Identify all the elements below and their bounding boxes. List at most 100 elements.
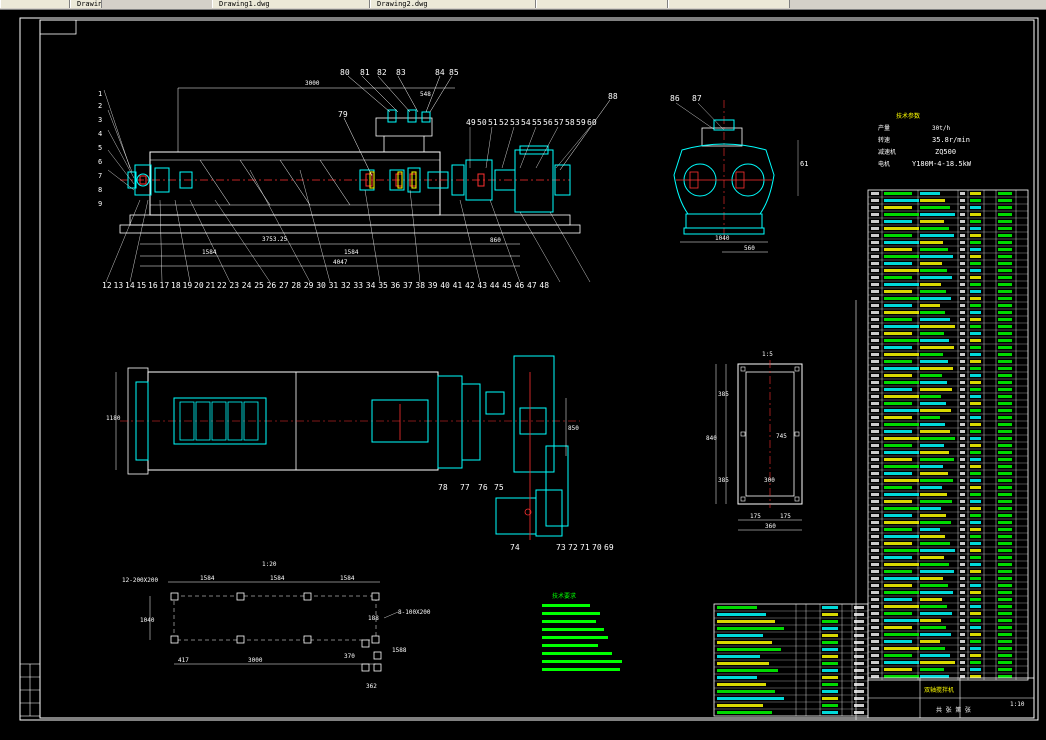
callout-32: 32 [341,281,351,290]
inlet-flange-view: 1:5 385 385 840 745 300 175 175 360 [706,351,803,531]
dim-3753: 3753.25 [262,236,288,243]
technical-notes: 技术要求 [542,592,622,671]
callout-37: 37 [403,281,413,290]
svg-text:54: 54 [521,118,531,127]
callout-69: 69 [604,543,614,552]
found-dim-1584a: 1584 [200,575,215,582]
svg-text:52: 52 [499,118,509,127]
callouts-bottom-row: 12 13 14 15 16 17 18 19 20 21 22 23 24 25 26 27 28 29 30 31… [102,281,549,290]
callout-27: 27 [279,281,289,290]
callout-84: 84 [435,68,445,77]
drawing-name: 双轴搅拌机 [924,686,954,694]
spec-key-3: 电机 [878,160,890,168]
drawing-svg: 3000 548 3753.25 1584 1584 4047 860 80 8… [19,17,1039,721]
plan-view: 1180 850 78 77 76 75 74 73 72 71 70 69 [106,355,614,552]
svg-text:7: 7 [98,172,102,180]
callout-24: 24 [242,281,252,290]
notes-title: 技术要求 [552,592,576,600]
callout-26: 26 [267,281,277,290]
callout-16: 16 [148,281,158,290]
svg-text:2: 2 [98,102,102,110]
cad-drawing-canvas[interactable]: 3000 548 3753.25 1584 1584 4047 860 80 8… [0,10,1046,736]
svg-text:1: 1 [98,90,102,98]
callout-86: 86 [670,94,680,103]
flange-dim-385b: 385 [718,477,729,484]
found-dim-370: 370 [344,653,355,660]
dim-3000: 3000 [305,80,320,87]
callout-83: 83 [396,68,406,77]
title-block: 双轴搅拌机 共 张 第 张 1:10 [867,677,1035,719]
callout-48: 48 [539,281,549,290]
found-dim-417: 417 [178,657,189,664]
dim-860: 860 [490,237,501,244]
flange-dim-175a: 175 [750,513,761,520]
callout-78: 78 [438,483,448,492]
svg-text:6: 6 [98,158,102,166]
side-view: 86 87 1040 560 61 [670,94,808,253]
svg-text:3: 3 [98,116,102,124]
callout-73: 73 [556,543,566,552]
found-dim-362: 362 [366,683,377,690]
tab-2[interactable]: Drawing1.dwg [212,0,370,8]
parts-list-bottom [713,603,869,717]
callout-87: 87 [692,94,702,103]
svg-text:55: 55 [532,118,542,127]
tab-5[interactable] [668,0,790,8]
svg-text:59: 59 [576,118,586,127]
callout-18: 18 [171,281,181,290]
svg-text:4: 4 [98,130,102,138]
spec-key-0: 产量 [878,124,890,132]
spec-val-0: 30t/h [932,125,950,132]
tab-3[interactable]: Drawing2.dwg [370,0,536,8]
callout-72: 72 [568,543,578,552]
flange-dim-300: 300 [764,477,775,484]
callout-43: 43 [477,281,487,290]
tab-1[interactable]: Drawing1.dwg [70,0,102,8]
svg-text:53: 53 [510,118,520,127]
tab-4[interactable] [536,0,668,8]
callout-29: 29 [304,281,314,290]
spec-title: 技术参数 [896,112,920,120]
callout-88: 88 [608,92,618,101]
svg-text:850: 850 [568,425,579,432]
tab-0[interactable] [0,0,70,8]
found-dim-3000: 3000 [248,657,263,664]
document-tab-bar: Drawing1.dwg Drawing1.dwg Drawing2.dwg [0,0,1046,10]
callout-77: 77 [460,483,470,492]
found-dim-1588: 1588 [392,647,407,654]
spec-val-3: Y180M-4-18.5kW [912,160,972,168]
side-dim-560: 560 [744,245,755,252]
callout-20: 20 [194,281,204,290]
callout-14: 14 [125,281,135,290]
callout-39: 39 [428,281,438,290]
callout-82: 82 [377,68,387,77]
found-label-8: 8-100X200 [398,609,431,616]
callout-21: 21 [206,281,216,290]
callout-22: 22 [217,281,227,290]
found-dim-1584c: 1584 [340,575,355,582]
found-dim-1040: 1040 [140,617,155,624]
callout-79: 79 [338,110,348,119]
callout-31: 31 [329,281,339,290]
callout-28: 28 [291,281,301,290]
callout-80: 80 [340,68,350,77]
scale-label: 1:10 [1010,701,1025,708]
corner-tag [39,19,77,35]
spec-val-1: 35.8r/min [932,136,970,144]
callout-15: 15 [137,281,147,290]
callout-38: 38 [415,281,425,290]
callouts-49-60: 49 50 51 52 53 54 55 56 57 58 59 60 [466,118,597,127]
svg-text:58: 58 [565,118,575,127]
spec-key-1: 转速 [878,136,890,144]
callout-81: 81 [360,68,370,77]
flange-dim-175b: 175 [780,513,791,520]
spec-val-2: ZQ500 [935,148,956,156]
dim-1584b: 1584 [344,249,359,256]
callout-44: 44 [490,281,500,290]
callout-13: 13 [114,281,124,290]
parts-list-right [855,189,1029,720]
svg-text:60: 60 [587,118,597,127]
found-dim-1584b: 1584 [270,575,285,582]
callout-12: 12 [102,281,112,290]
flange-dim-385a: 385 [718,391,729,398]
